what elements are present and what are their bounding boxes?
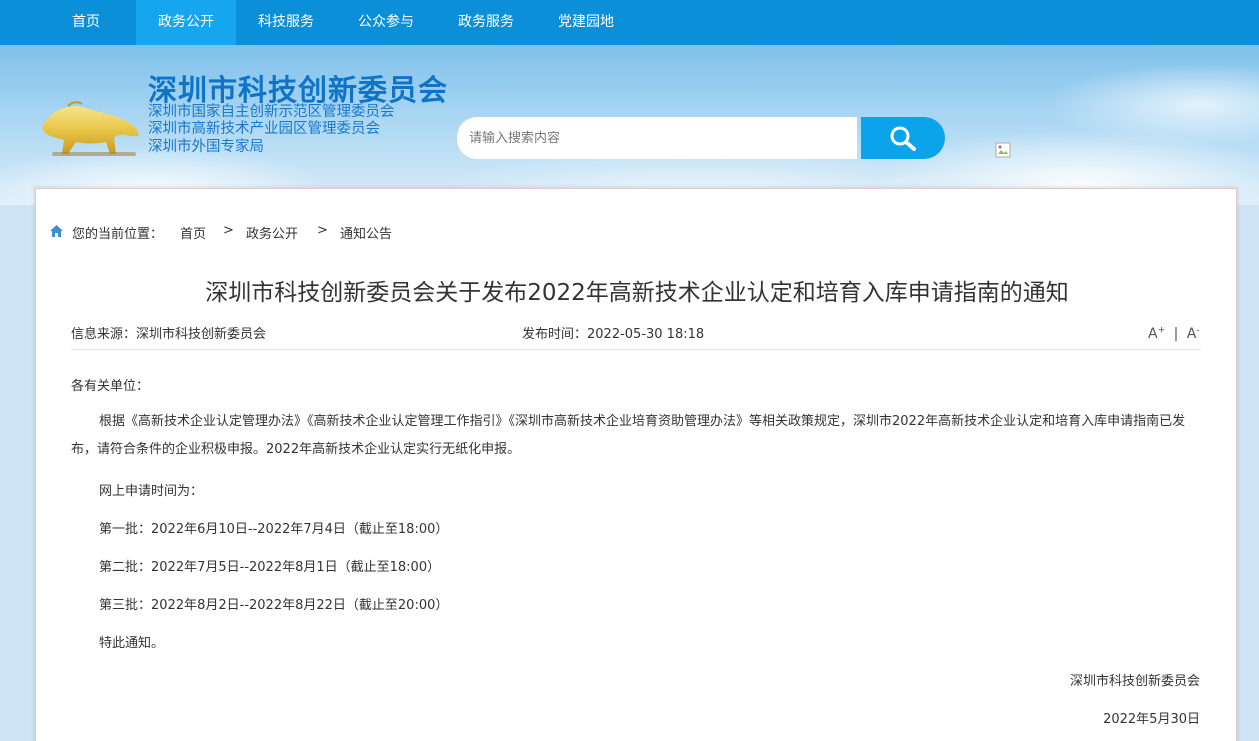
header-banner: 深圳市科技创新委员会 深圳市国家自主创新示范区管理委员会 深圳市高新技术产业园区…: [0, 45, 1259, 205]
font-size-controls: A+ | A-: [1148, 325, 1200, 342]
home-icon: [50, 225, 63, 237]
breadcrumb-item-government-affairs-open[interactable]: 政务公开: [246, 223, 298, 242]
signature: 深圳市科技创新委员会: [1069, 674, 1200, 689]
batch-1: 第一批：2022年6月10日--2022年7月4日（截止至18:00）: [99, 522, 449, 537]
batch-2: 第二批：2022年7月5日--2022年8月1日（截止至18:00）: [99, 560, 441, 575]
breadcrumb-separator: >: [317, 223, 328, 238]
broken-image-icon: [995, 142, 1011, 158]
salutation: 各有关单位：: [71, 379, 150, 394]
signature-date: 2022年5月30日: [1103, 712, 1200, 727]
breadcrumb-prefix: 您的当前位置：: [72, 227, 164, 242]
search-button[interactable]: [861, 117, 945, 159]
site-title: 深圳市科技创新委员会: [148, 73, 449, 107]
batch-3: 第三批：2022年8月2日--2022年8月22日（截止至20:00）: [99, 598, 449, 613]
article-card: 您的当前位置： 首页 > 政务公开 > 通知公告 深圳市科技创新委员会关于发布2…: [35, 188, 1237, 741]
nav-item-party-building[interactable]: 党建园地: [536, 0, 636, 45]
top-navigation: 首页 政务公开 科技服务 公众参与 政务服务 党建园地: [0, 0, 1259, 45]
article-title: 深圳市科技创新委员会关于发布2022年高新技术企业认定和培育入库申请指南的通知: [205, 280, 1069, 306]
sub-title-3: 深圳市外国专家局: [148, 139, 264, 155]
nav-item-government-services[interactable]: 政务服务: [436, 0, 536, 45]
breadcrumb-separator: >: [223, 223, 234, 238]
search-input[interactable]: [457, 117, 857, 159]
info-source: 信息来源：深圳市科技创新委员会: [71, 327, 267, 342]
schedule-intro: 网上申请时间为：: [99, 484, 204, 499]
body-paragraph: 根据《高新技术企业认定管理办法》《高新技术企业认定管理工作指引》《深圳市高新技术…: [71, 414, 1186, 457]
closing-text: 特此通知。: [99, 636, 165, 651]
sub-title-1: 深圳市国家自主创新示范区管理委员会: [148, 104, 395, 120]
sub-title-2: 深圳市高新技术产业园区管理委员会: [148, 121, 380, 137]
nav-item-public-participation[interactable]: 公众参与: [336, 0, 436, 45]
font-increase-button[interactable]: A+: [1148, 325, 1165, 342]
divider: [71, 349, 1201, 350]
breadcrumb-item-notices[interactable]: 通知公告: [340, 223, 392, 242]
search-icon: [890, 126, 916, 151]
font-size-divider: |: [1173, 325, 1179, 342]
golden-bull-icon[interactable]: [38, 100, 142, 158]
font-decrease-button[interactable]: A-: [1187, 325, 1200, 342]
nav-item-government-affairs-open[interactable]: 政务公开: [136, 0, 236, 45]
publish-time: 发布时间：2022-05-30 18:18: [522, 327, 705, 342]
breadcrumb-item-home[interactable]: 首页: [180, 223, 206, 242]
nav-item-home[interactable]: 首页: [36, 0, 136, 45]
nav-item-tech-services[interactable]: 科技服务: [236, 0, 336, 45]
